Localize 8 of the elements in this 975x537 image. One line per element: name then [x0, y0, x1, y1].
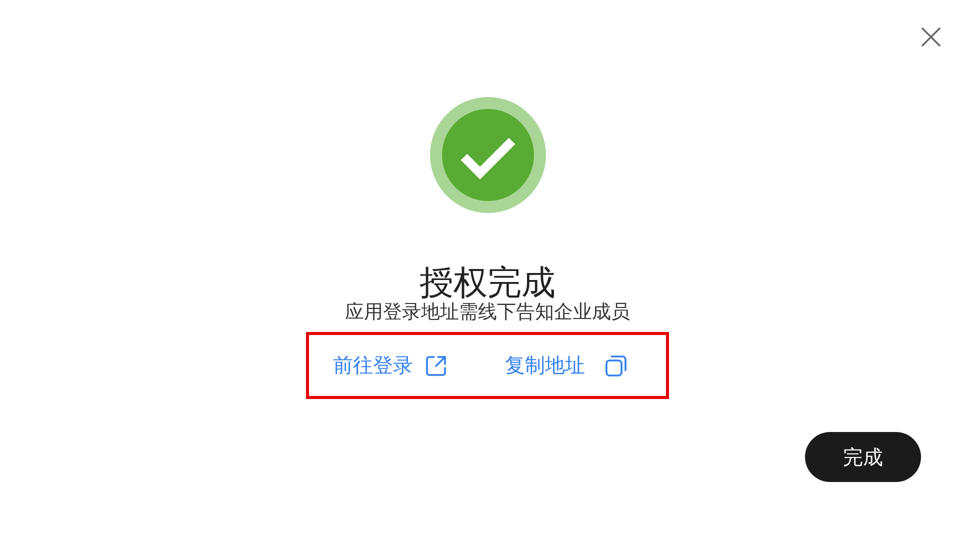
dialog-title: 授权完成 [420, 263, 556, 303]
done-button[interactable]: 完成 [805, 432, 921, 482]
close-button[interactable] [921, 27, 941, 47]
copy-icon [605, 354, 627, 376]
dialog-message: 应用登录地址需线下告知企业成员 [345, 301, 630, 323]
copy-address-link[interactable]: 复制地址 [505, 352, 627, 379]
external-link-icon [425, 354, 447, 376]
login-link[interactable]: 前往登录 [333, 352, 447, 379]
